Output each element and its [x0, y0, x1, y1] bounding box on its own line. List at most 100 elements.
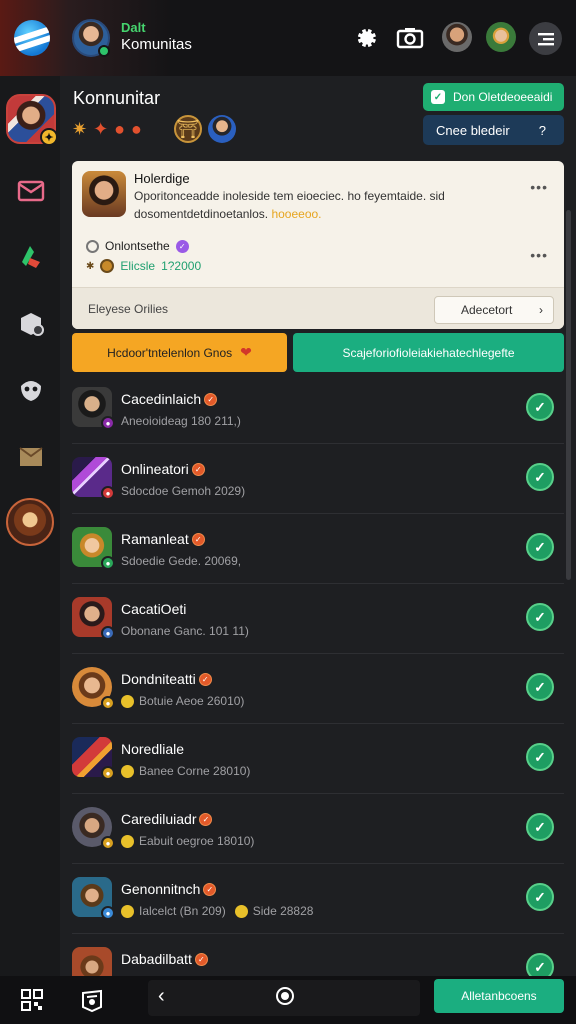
bottom-action-button[interactable]: Alletanbcoens: [434, 979, 564, 1013]
member-avatar: ●: [72, 737, 115, 780]
emoji-icon: [121, 904, 134, 918]
card-footer-button[interactable]: Adecetort ›: [434, 296, 554, 324]
list-item[interactable]: ● Cacedinlaich ✓ Aneoioideag 180 211,) ✓: [72, 374, 564, 444]
sidebar-user-avatar[interactable]: ✦: [6, 94, 58, 146]
member-avatar: ●: [72, 807, 115, 850]
help-icon: ?: [538, 122, 546, 138]
friend-avatar-1[interactable]: [442, 22, 472, 52]
star-flame-icon: ✷: [72, 118, 88, 139]
member-name: CacatiOeti: [121, 601, 187, 617]
member-avatar[interactable]: [207, 115, 236, 143]
member-badge-icon: ●: [101, 556, 115, 570]
member-meta: Obonane Ganc. 101 11): [121, 624, 249, 638]
list-item[interactable]: ● Onlineatori ✓ Sdocdoe Gemoh 2029) ✓: [72, 444, 564, 514]
member-badge-icon: ●: [101, 626, 115, 640]
app-logo-icon[interactable]: [14, 20, 50, 56]
header-small-title: Dalt: [121, 20, 146, 35]
grid-icon[interactable]: [18, 986, 46, 1014]
check-icon[interactable]: ✓: [526, 533, 554, 561]
check-icon[interactable]: ✓: [526, 393, 554, 421]
check-box-icon: ✓: [431, 90, 445, 104]
member-avatar: ●: [72, 877, 115, 920]
check-icon[interactable]: ✓: [526, 953, 554, 976]
check-icon[interactable]: ✓: [526, 673, 554, 701]
member-badge-icon: ●: [101, 766, 115, 780]
member-name: Ramanleat: [121, 531, 189, 547]
check-icon[interactable]: ✓: [526, 883, 554, 911]
heart-shield-icon: ❤: [240, 344, 252, 360]
friend-avatar-2[interactable]: [486, 22, 516, 52]
member-name: Noredliale: [121, 741, 185, 757]
member-name: Onlineatori: [121, 461, 189, 477]
check-icon[interactable]: ✓: [526, 463, 554, 491]
member-avatar: ●: [72, 667, 115, 710]
settings-gear-icon[interactable]: [350, 22, 382, 54]
sidebar-active-community-icon[interactable]: [6, 498, 54, 546]
games-icon[interactable]: [8, 232, 54, 278]
member-badge-icon: ●: [101, 696, 115, 710]
member-meta: Sdoedie Gede. 20069,: [121, 554, 242, 568]
list-item[interactable]: ● CacatiOeti Obonane Ganc. 101 11) ✓: [72, 584, 564, 654]
camera-icon[interactable]: [394, 22, 426, 54]
inventory-icon[interactable]: [8, 300, 54, 346]
member-badge-icon: ●: [101, 486, 115, 500]
community-title: Konnunitar: [73, 88, 161, 108]
community-tags: ✷ ✦●● ⛩: [72, 114, 236, 144]
verified-badge-icon: ✓: [203, 882, 217, 896]
member-meta-2: Side 28828: [252, 904, 314, 918]
member-badge-icon: ●: [101, 836, 115, 850]
member-name: Dabadilbatt: [121, 951, 192, 967]
guild-hall-icon[interactable]: ⛩: [173, 115, 202, 143]
member-meta: Botuie Aeoe 26010): [139, 694, 245, 708]
list-item[interactable]: ● Dondniteatti ✓ Botuie Aeoe 26010) ✓: [72, 654, 564, 724]
star-icon: ✱: [86, 260, 95, 272]
check-icon[interactable]: ✓: [526, 743, 554, 771]
primary-action-button[interactable]: ✓ Don Oletdeoeeaidi: [423, 83, 564, 111]
member-name: Carediluiadr: [121, 811, 197, 827]
featured-post-card: Holerdige Oporitonceadde inoleside tem e…: [72, 161, 564, 329]
list-item[interactable]: ● Noredliale Banee Corne 28010) ✓: [72, 724, 564, 794]
list-item[interactable]: Dabadilbatt ✓ ✓: [72, 934, 564, 976]
profile-avatar[interactable]: [72, 19, 110, 57]
member-badge-icon: ●: [101, 906, 115, 920]
orange-action-button[interactable]: Hcdoor'tntelenlon Gnos ❤: [72, 333, 287, 372]
teal-action-button[interactable]: Scajeforiofioleiakiehatechlegefte: [293, 333, 564, 372]
verified-badge-icon: ✓: [194, 952, 208, 966]
member-avatar: [72, 947, 112, 976]
sub-more-dots-icon[interactable]: •••: [530, 247, 548, 263]
member-avatar: ●: [72, 457, 115, 500]
online-status-icon: [98, 45, 110, 57]
emoji-icon: [121, 834, 134, 848]
emoji-icon: [121, 694, 134, 708]
status-ring-icon: [86, 239, 99, 253]
emoji-icon: [234, 904, 248, 918]
post-author-name: Holerdige: [134, 171, 190, 186]
post-author-avatar[interactable]: [82, 171, 126, 217]
check-icon[interactable]: ✓: [526, 813, 554, 841]
member-meta: Ialcelct (Bn 209): [139, 904, 226, 918]
back-arrow-icon[interactable]: ‹: [158, 985, 165, 1008]
scrollbar[interactable]: [566, 210, 571, 580]
verified-badge-icon: ✓: [191, 532, 205, 546]
map-icon[interactable]: [8, 434, 54, 480]
mail-icon[interactable]: [8, 168, 54, 214]
member-list: ● Cacedinlaich ✓ Aneoioideag 180 211,) ✓ …: [60, 374, 576, 976]
list-item[interactable]: ● Ramanleat ✓ Sdoedie Gede. 20069, ✓: [72, 514, 564, 584]
post-more-dots-icon[interactable]: •••: [530, 179, 548, 195]
list-item[interactable]: ● Carediluiadr ✓ Eabuit oegroe 18010) ✓: [72, 794, 564, 864]
list-item[interactable]: ● Genonnitnch ✓ Ialcelct (Bn 209) Side 28…: [72, 864, 564, 934]
home-circle-icon[interactable]: [276, 987, 294, 1005]
secondary-action-button[interactable]: Cnee bledeir ?: [423, 115, 564, 145]
check-icon[interactable]: ✓: [526, 603, 554, 631]
verified-badge-icon: ✓: [199, 812, 213, 826]
mask-icon[interactable]: [8, 366, 54, 412]
menu-toggle-icon[interactable]: [529, 22, 562, 55]
emoji-icon: [121, 764, 134, 778]
shop-bag-icon[interactable]: [78, 986, 106, 1014]
verified-icon: ✓: [175, 239, 189, 253]
member-name: Cacedinlaich: [121, 391, 202, 407]
sidebar: ✦: [0, 76, 60, 976]
header-title: Komunitas: [121, 36, 192, 53]
post-sub-label-row: Onlontsethe ✓: [86, 239, 189, 253]
member-avatar: ●: [72, 387, 115, 430]
